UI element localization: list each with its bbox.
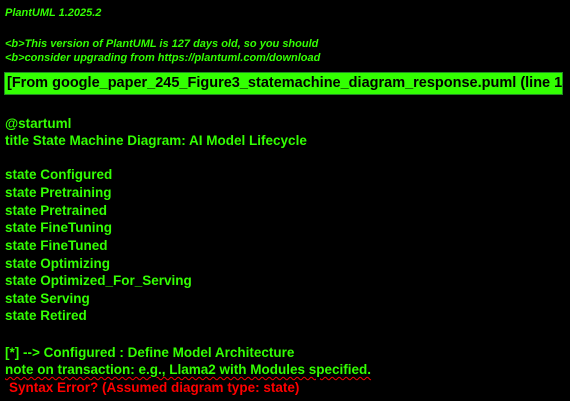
code-state: state FineTuned (5, 238, 108, 253)
code-state: state Retired (5, 308, 87, 323)
code-state: state Pretrained (5, 203, 108, 218)
code-state: state Optimizing (5, 256, 111, 271)
code-state: state Optimized_For_Serving (5, 273, 192, 288)
code-state: state Pretraining (5, 185, 112, 200)
error-code-line: note on transaction: e.g., Llama2 with M… (5, 362, 372, 377)
warning-line-2: <b>consider upgrading from https://plant… (5, 52, 321, 64)
syntax-error-message: Syntax Error? (Assumed diagram type: sta… (9, 380, 300, 395)
code-state: state Configured (5, 167, 113, 182)
source-banner: [From google_paper_245_Figure3_statemach… (4, 72, 570, 95)
code-state: state Serving (5, 291, 90, 306)
warning-line-1: <b>This version of PlantUML is 127 days … (5, 38, 319, 50)
code-startuml: @startuml (5, 116, 72, 131)
code-state: state FineTuning (5, 220, 112, 235)
code-title: title State Machine Diagram: AI Model Li… (5, 133, 307, 148)
version-text: PlantUML 1.2025.2 (5, 7, 102, 19)
code-transition: [*] --> Configured : Define Model Archit… (5, 345, 295, 360)
